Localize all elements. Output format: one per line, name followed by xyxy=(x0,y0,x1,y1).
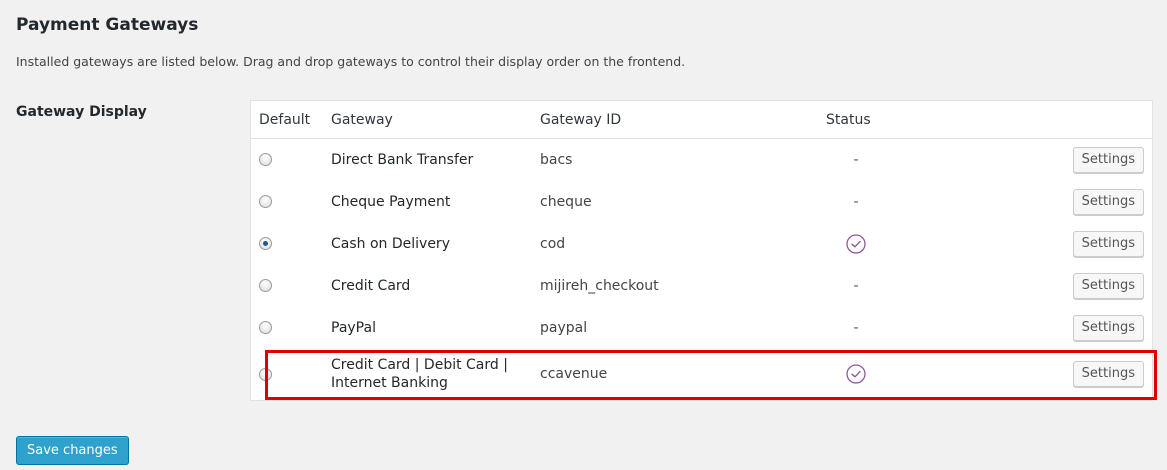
table-row[interactable]: Cheque Payment cheque - Settings xyxy=(251,181,1153,223)
default-gateway-radio[interactable] xyxy=(259,195,272,208)
column-header-status: Status xyxy=(826,100,886,139)
table-row[interactable]: Credit Card mijireh_checkout - Settings xyxy=(251,265,1153,307)
page-description: Installed gateways are listed below. Dra… xyxy=(16,54,686,69)
table-row[interactable]: PayPal paypal - Settings xyxy=(251,307,1153,349)
default-gateway-radio[interactable] xyxy=(259,237,272,250)
table-row[interactable]: Cash on Delivery cod Settings xyxy=(251,223,1153,265)
gateway-id: ccavenue xyxy=(540,366,608,383)
gateway-name: Direct Bank Transfer xyxy=(331,151,474,168)
gateway-name: Credit Card xyxy=(331,277,411,294)
default-gateway-radio[interactable] xyxy=(259,367,272,381)
gateway-id: bacs xyxy=(540,151,573,168)
save-changes-button[interactable]: Save changes xyxy=(16,436,129,465)
table-header-row: Default Gateway Gateway ID Status xyxy=(250,100,1153,139)
gateway-table: Default Gateway Gateway ID Status Direct… xyxy=(250,100,1153,401)
status-disabled: - xyxy=(853,193,859,210)
column-header-gateway: Gateway xyxy=(323,100,540,139)
gateway-display-label: Gateway Display xyxy=(16,104,147,120)
column-header-actions xyxy=(886,100,1153,139)
settings-button[interactable]: Settings xyxy=(1072,361,1144,388)
settings-button[interactable]: Settings xyxy=(1072,272,1144,299)
table-row[interactable]: Direct Bank Transfer bacs - Settings xyxy=(251,139,1153,181)
gateway-name: Cheque Payment xyxy=(331,193,451,210)
status-disabled: - xyxy=(853,319,859,336)
default-gateway-radio[interactable] xyxy=(259,321,272,334)
gateway-id: cod xyxy=(540,235,566,252)
gateway-name: Credit Card | Debit Card | Internet Bank… xyxy=(331,357,508,392)
status-disabled: - xyxy=(853,151,859,168)
gateway-name: Cash on Delivery xyxy=(331,235,450,252)
default-gateway-radio[interactable] xyxy=(259,279,272,292)
check-circle-icon xyxy=(846,233,866,254)
gateway-id: mijireh_checkout xyxy=(540,277,659,294)
table-row[interactable]: Credit Card | Debit Card | Internet Bank… xyxy=(251,349,1153,401)
status-disabled: - xyxy=(853,277,859,294)
settings-button[interactable]: Settings xyxy=(1072,314,1144,341)
page-title: Payment Gateways xyxy=(16,15,199,35)
column-header-gateway-id: Gateway ID xyxy=(540,100,826,139)
check-circle-icon xyxy=(846,364,866,384)
default-gateway-radio[interactable] xyxy=(259,153,272,167)
settings-button[interactable]: Settings xyxy=(1072,188,1144,215)
settings-button[interactable]: Settings xyxy=(1072,230,1144,257)
gateway-id: paypal xyxy=(540,319,588,336)
gateway-id: cheque xyxy=(540,193,592,210)
gateway-name: PayPal xyxy=(331,319,376,336)
settings-button[interactable]: Settings xyxy=(1072,146,1144,173)
column-header-default: Default xyxy=(250,100,323,139)
